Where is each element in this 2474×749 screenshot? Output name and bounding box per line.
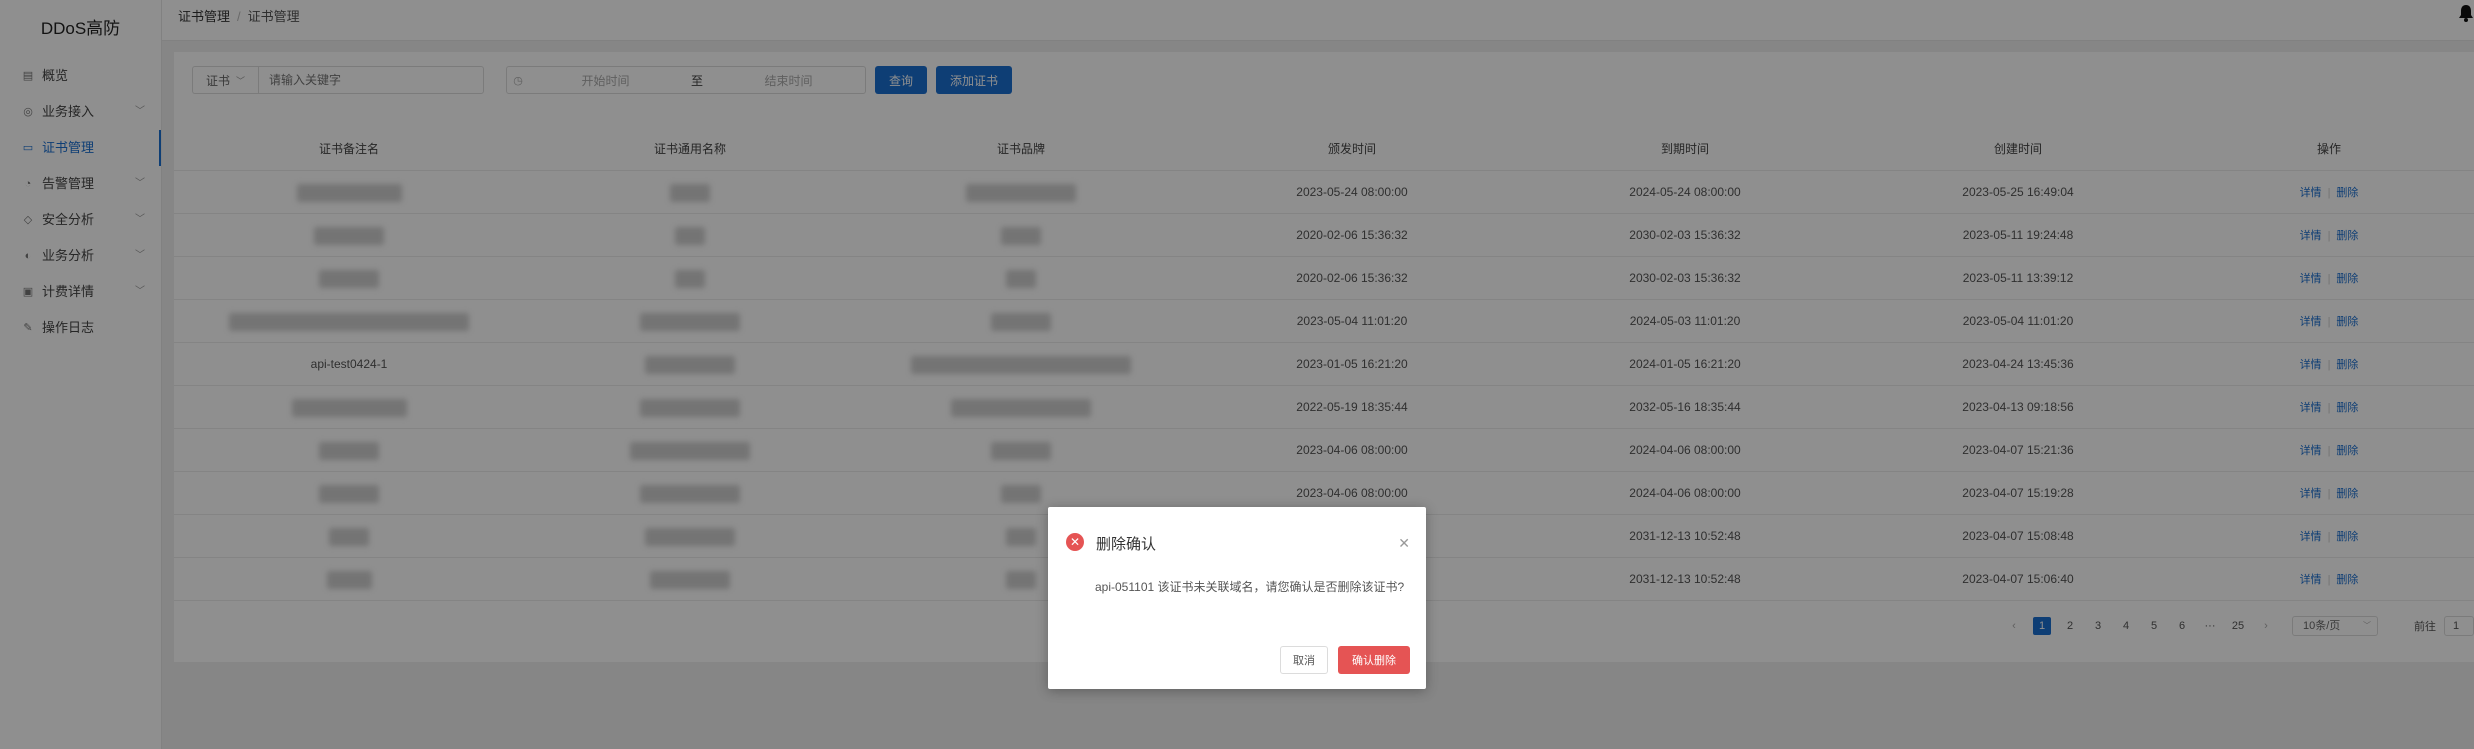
close-icon[interactable]: ✕ <box>1398 535 1410 552</box>
dialog-message: api-051101 该证书未关联域名，请您确认是否删除该证书? <box>1095 580 1405 594</box>
confirm-delete-button[interactable]: 确认删除 <box>1338 646 1410 674</box>
cancel-button[interactable]: 取消 <box>1280 646 1328 674</box>
delete-confirm-dialog: ✕ 删除确认 ✕ api-051101 该证书未关联域名，请您确认是否删除该证书… <box>1048 507 1426 689</box>
error-icon: ✕ <box>1066 533 1084 551</box>
dialog-title: 删除确认 <box>1096 536 1157 553</box>
